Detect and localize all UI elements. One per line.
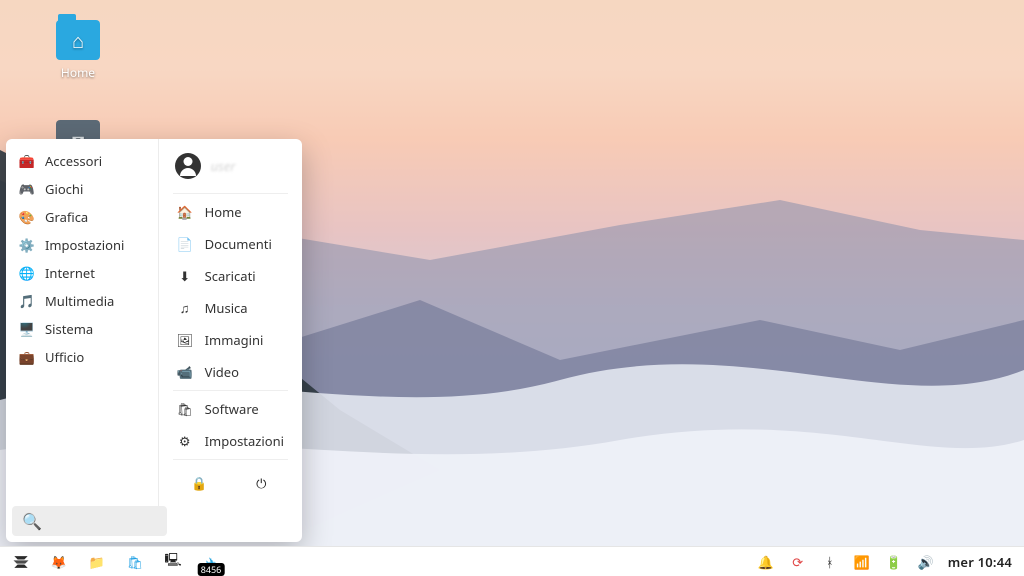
taskbar: 🦊 📁 🛍 🖳 ✈ 8456 🔔 ⟳ ᚼ 📶 🔋 🔊 mer 10:44	[0, 546, 1024, 576]
place-software[interactable]: 🛍 Software	[169, 393, 292, 425]
internet-icon: 🌐	[18, 264, 36, 282]
settings-icon: ⚙️	[18, 236, 36, 254]
place-label: Home	[205, 203, 242, 221]
category-impostazioni[interactable]: ⚙️ Impostazioni	[6, 231, 158, 259]
place-immagini[interactable]: 🖼 Immagini	[169, 324, 292, 356]
lock-icon: 🔒	[191, 474, 207, 492]
system-icon: 🖥️	[18, 320, 36, 338]
separator	[173, 193, 288, 194]
launcher-software[interactable]: 🛍	[118, 547, 152, 576]
place-video[interactable]: 📹 Video	[169, 356, 292, 388]
category-accessori[interactable]: 🧰 Accessori	[6, 147, 158, 175]
app-menu-categories: 🧰 Accessori 🎮 Giochi 🎨 Grafica ⚙️ Impostazio…	[6, 139, 159, 506]
place-impostazioni[interactable]: ⚙ Impostazioni	[169, 425, 292, 457]
software-icon: 🛍	[177, 400, 193, 418]
gear-icon: ⚙	[177, 432, 193, 450]
launcher-files[interactable]: 📁	[80, 547, 114, 576]
place-label: Video	[205, 363, 239, 381]
launcher-terminal[interactable]: 🖳	[156, 547, 190, 576]
place-label: Software	[205, 400, 259, 418]
clock[interactable]: mer 10:44	[948, 553, 1012, 571]
username-label: user	[211, 157, 236, 175]
search-icon: 🔍	[22, 510, 42, 532]
graphics-icon: 🎨	[18, 208, 36, 226]
games-icon: 🎮	[18, 180, 36, 198]
place-home[interactable]: 🏠 Home	[169, 196, 292, 228]
place-scaricati[interactable]: ⬇ Scaricati	[169, 260, 292, 292]
avatar-icon	[175, 153, 201, 179]
category-label: Ufficio	[45, 348, 84, 366]
category-label: Accessori	[45, 152, 102, 170]
category-sistema[interactable]: 🖥️ Sistema	[6, 315, 158, 343]
tray-bluetooth[interactable]: ᚼ	[820, 552, 840, 572]
badge-count: 8456	[198, 563, 225, 576]
desktop-icon-label: Home	[61, 64, 95, 81]
home-icon: 🏠	[177, 203, 193, 221]
category-label: Internet	[45, 264, 95, 282]
shopping-bag-icon: 🛍	[127, 553, 144, 571]
category-label: Sistema	[45, 320, 93, 338]
app-menu: 🧰 Accessori 🎮 Giochi 🎨 Grafica ⚙️ Impostazio…	[6, 139, 302, 542]
category-label: Multimedia	[45, 292, 114, 310]
power-button[interactable]: ⏻	[250, 472, 272, 494]
place-documenti[interactable]: 📄 Documenti	[169, 228, 292, 260]
search-input[interactable]	[42, 512, 157, 530]
volume-icon: 🔊	[918, 553, 934, 571]
zorin-logo-icon	[11, 552, 31, 572]
clock-time: 10:44	[978, 553, 1012, 571]
menu-search[interactable]: 🔍	[12, 506, 167, 536]
separator	[173, 459, 288, 460]
tray-wifi[interactable]: 📶	[852, 552, 872, 572]
tray-battery[interactable]: 🔋	[884, 552, 904, 572]
power-icon: ⏻	[256, 474, 266, 492]
start-button[interactable]	[4, 547, 38, 576]
category-giochi[interactable]: 🎮 Giochi	[6, 175, 158, 203]
place-label: Immagini	[205, 331, 264, 349]
update-icon: ⟳	[792, 553, 803, 571]
picture-icon: 🖼	[177, 331, 193, 349]
bluetooth-icon: ᚼ	[826, 553, 834, 571]
tray-volume[interactable]: 🔊	[916, 552, 936, 572]
document-icon: 📄	[177, 235, 193, 253]
office-icon: 💼	[18, 348, 36, 366]
terminal-icon: 🖳	[164, 550, 181, 573]
tray-updates[interactable]: ⟳	[788, 552, 808, 572]
category-multimedia[interactable]: 🎵 Multimedia	[6, 287, 158, 315]
category-label: Grafica	[45, 208, 88, 226]
launcher-firefox[interactable]: 🦊	[42, 547, 76, 576]
tray-notifications[interactable]: 🔔	[756, 552, 776, 572]
place-label: Impostazioni	[205, 432, 284, 450]
bell-icon: 🔔	[758, 553, 774, 571]
clock-day: mer	[948, 553, 974, 571]
folder-icon: 📁	[89, 553, 105, 571]
firefox-icon: 🦊	[51, 553, 67, 571]
launcher-telegram[interactable]: ✈ 8456	[194, 547, 228, 576]
folder-home-icon: ⌂	[56, 20, 100, 60]
battery-icon: 🔋	[886, 553, 902, 571]
place-musica[interactable]: ♫ Musica	[169, 292, 292, 324]
lock-button[interactable]: 🔒	[188, 472, 210, 494]
category-ufficio[interactable]: 💼 Ufficio	[6, 343, 158, 371]
app-menu-right: user 🏠 Home 📄 Documenti ⬇ Scaricati ♫ Musica…	[159, 139, 302, 506]
category-internet[interactable]: 🌐 Internet	[6, 259, 158, 287]
download-icon: ⬇	[177, 267, 193, 285]
separator	[173, 390, 288, 391]
wifi-icon: 📶	[854, 553, 870, 571]
taskbar-left: 🦊 📁 🛍 🖳 ✈ 8456	[0, 547, 228, 576]
category-grafica[interactable]: 🎨 Grafica	[6, 203, 158, 231]
desktop-icon-home[interactable]: ⌂ Home	[38, 20, 118, 81]
music-icon: ♫	[177, 299, 193, 317]
accessories-icon: 🧰	[18, 152, 36, 170]
user-row[interactable]: user	[169, 151, 292, 191]
place-label: Musica	[205, 299, 248, 317]
multimedia-icon: 🎵	[18, 292, 36, 310]
place-label: Scaricati	[205, 267, 256, 285]
video-icon: 📹	[177, 363, 193, 381]
taskbar-right: 🔔 ⟳ ᚼ 📶 🔋 🔊 mer 10:44	[756, 552, 1024, 572]
category-label: Impostazioni	[45, 236, 124, 254]
place-label: Documenti	[205, 235, 272, 253]
category-label: Giochi	[45, 180, 83, 198]
